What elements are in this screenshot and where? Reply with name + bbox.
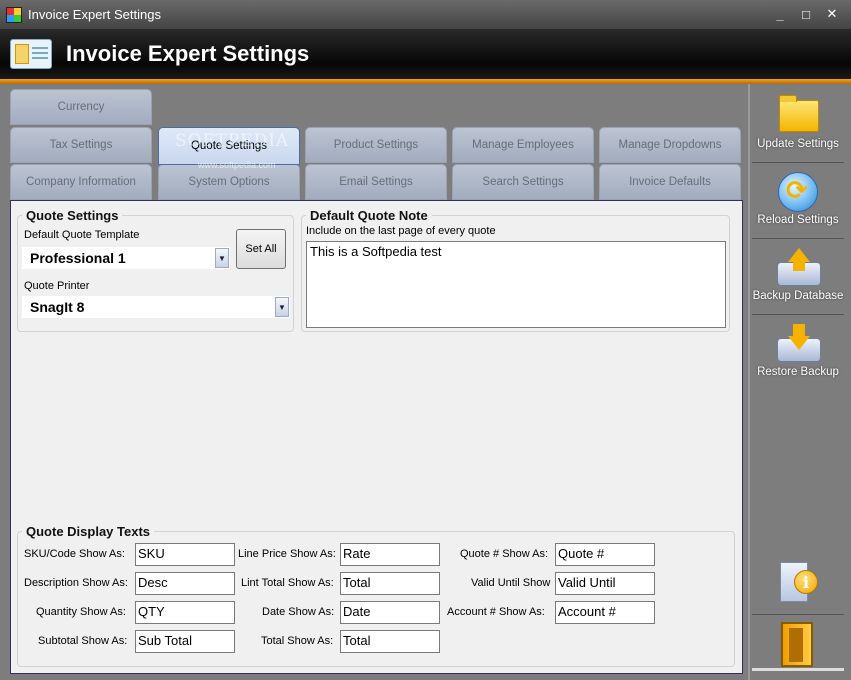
line-price-field[interactable]: Rate (340, 543, 440, 566)
exit-door-icon[interactable] (781, 622, 813, 667)
watermark-url: www.softpedia.com (198, 160, 276, 170)
folder-icon (777, 95, 819, 134)
template-label: Default Quote Template (24, 229, 140, 241)
header-title: Invoice Expert Settings (66, 41, 310, 66)
restore-backup-button[interactable]: Restore Backup (752, 316, 844, 390)
tab-manage-employees[interactable]: Manage Employees (452, 127, 594, 163)
template-select-value: Professional 1 (30, 250, 126, 266)
quote-note-hint: Include on the last page of every quote (306, 225, 496, 237)
quote-note-title: Default Quote Note (306, 208, 432, 223)
update-settings-label: Update Settings (757, 138, 839, 150)
template-select[interactable]: Professional 1 ▼ (22, 247, 230, 269)
sidebar-divider (752, 614, 844, 615)
sidebar-divider (752, 238, 844, 239)
sidebar-divider (752, 314, 844, 315)
title-bar: Invoice Expert Settings _ □ ✕ (0, 0, 851, 29)
tab-currency[interactable]: Currency (10, 89, 152, 125)
chevron-down-icon: ▼ (215, 248, 229, 268)
sku-label: SKU/Code Show As: (24, 548, 125, 560)
quote-note-textarea[interactable]: This is a Softpedia test (306, 241, 726, 328)
restore-backup-label: Restore Backup (757, 366, 839, 378)
app-icon (6, 6, 22, 23)
quote-number-label: Quote # Show As: (460, 548, 549, 560)
tab-manage-dropdowns[interactable]: Manage Dropdowns (599, 127, 741, 163)
display-texts-title: Quote Display Texts (22, 524, 155, 539)
tab-search-settings[interactable]: Search Settings (452, 164, 594, 200)
quote-settings-title: Quote Settings (22, 208, 123, 223)
sku-field[interactable]: SKU (135, 543, 235, 566)
upload-database-icon (777, 248, 821, 286)
contact-card-icon (10, 39, 52, 69)
tab-company-information[interactable]: Company Information (10, 164, 152, 200)
sidebar-divider (752, 162, 844, 163)
display-texts-group: Quote Display Texts SKU/Code Show As: SK… (17, 524, 735, 667)
printer-label: Quote Printer (24, 280, 90, 292)
chevron-down-icon: ▼ (275, 297, 289, 317)
valid-until-field[interactable]: Valid Until (555, 572, 655, 595)
close-button[interactable]: ✕ (819, 4, 845, 24)
tab-tax-settings[interactable]: Tax Settings (10, 127, 152, 163)
tab-email-settings[interactable]: Email Settings (305, 164, 447, 200)
printer-select-value: SnagIt 8 (30, 299, 85, 315)
printer-select[interactable]: SnagIt 8 ▼ (22, 296, 290, 318)
quote-settings-group: Quote Settings Default Quote Template Pr… (17, 208, 294, 332)
total-label: Total Show As: (261, 635, 334, 647)
description-field[interactable]: Desc (135, 572, 235, 595)
tab-product-settings[interactable]: Product Settings (305, 127, 447, 163)
window-title: Invoice Expert Settings (28, 7, 161, 22)
description-label: Description Show As: (24, 577, 128, 589)
quote-note-group: Default Quote Note Include on the last p… (301, 208, 730, 332)
backup-database-label: Backup Database (752, 290, 844, 302)
download-database-icon (777, 324, 821, 362)
subtotal-field[interactable]: Sub Total (135, 630, 235, 653)
account-number-field[interactable]: Account # (555, 601, 655, 624)
quantity-label: Quantity Show As: (36, 606, 126, 618)
sidebar-bottom-line (752, 668, 844, 671)
valid-until-label: Valid Until Show (471, 577, 551, 589)
date-label: Date Show As: (262, 606, 335, 618)
refresh-globe-icon (777, 172, 819, 212)
backup-database-button[interactable]: Backup Database (752, 240, 844, 314)
minimize-button[interactable]: _ (767, 4, 793, 24)
quantity-field[interactable]: QTY (135, 601, 235, 624)
tab-invoice-defaults[interactable]: Invoice Defaults (599, 164, 741, 200)
app-header: Invoice Expert Settings (0, 29, 851, 79)
date-field[interactable]: Date (340, 601, 440, 624)
info-icon[interactable]: i (794, 570, 818, 594)
reload-settings-button[interactable]: Reload Settings (752, 164, 844, 238)
account-number-label: Account # Show As: (447, 606, 545, 618)
line-price-label: Line Price Show As: (238, 548, 336, 560)
line-total-field[interactable]: Total (340, 572, 440, 595)
total-field[interactable]: Total (340, 630, 440, 653)
quote-number-field[interactable]: Quote # (555, 543, 655, 566)
maximize-button[interactable]: □ (793, 4, 819, 24)
subtotal-label: Subtotal Show As: (38, 635, 128, 647)
line-total-label: Lint Total Show As: (241, 577, 334, 589)
set-all-button[interactable]: Set All (236, 229, 286, 269)
update-settings-button[interactable]: Update Settings (752, 88, 844, 162)
reload-settings-label: Reload Settings (757, 214, 839, 226)
tab-content-panel: Quote Settings Default Quote Template Pr… (10, 200, 743, 674)
